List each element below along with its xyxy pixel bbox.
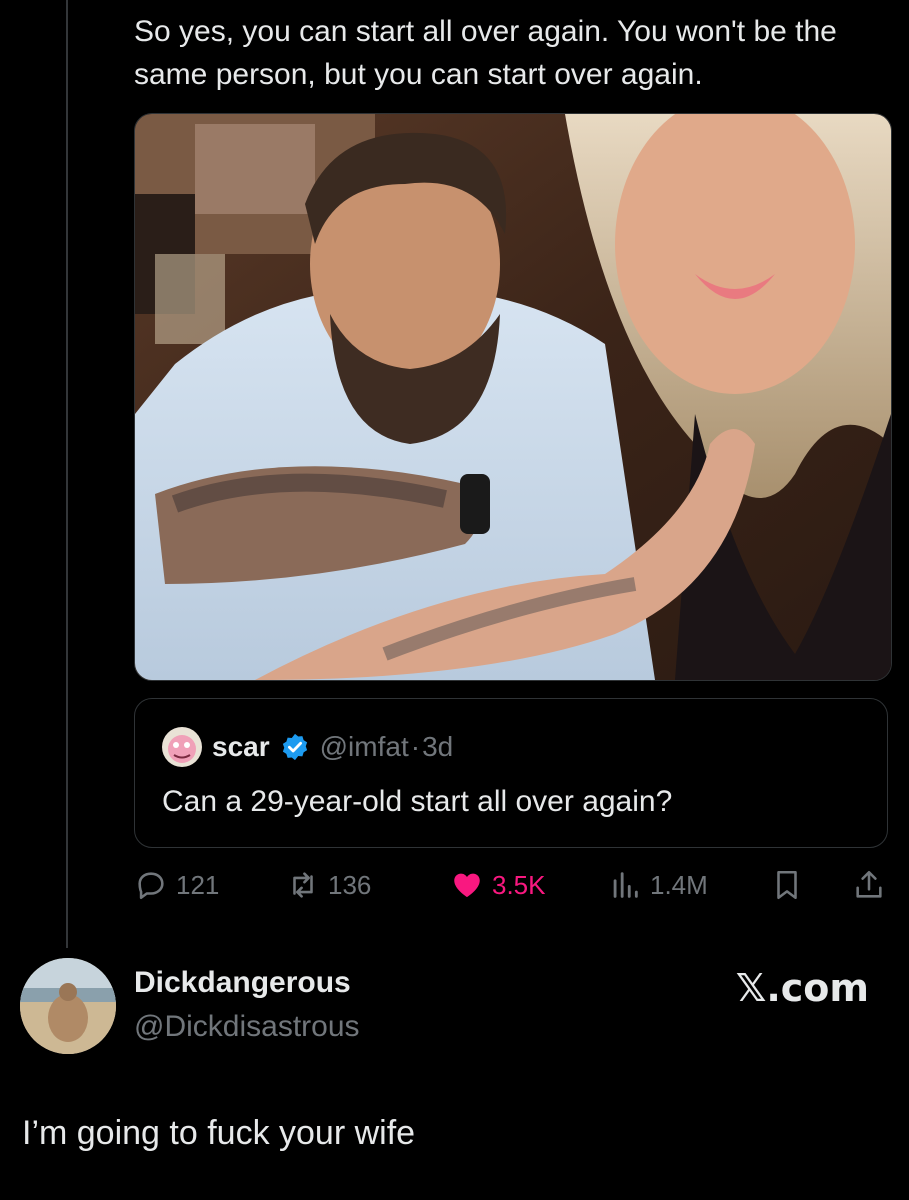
quoted-tweet-text: Can a 29-year-old start all over again? — [162, 785, 673, 818]
bookmark-button[interactable] — [770, 864, 804, 906]
reply-user-handle[interactable]: @Dickdisastrous — [134, 1010, 360, 1044]
quoted-tweet[interactable]: scar @imfat · 3d Can a 29-year-old start… — [134, 698, 888, 848]
quoted-user-handle[interactable]: @imfat — [320, 731, 409, 763]
heart-icon — [454, 873, 480, 898]
quoted-tweet-time[interactable]: 3d — [422, 731, 453, 763]
verified-badge-icon — [282, 733, 307, 761]
reply-user-name[interactable]: Dickdangerous — [134, 966, 351, 1000]
bookmark-icon — [777, 870, 797, 900]
reply-user-avatar[interactable] — [20, 958, 116, 1054]
quoted-user-avatar[interactable] — [162, 727, 202, 767]
like-count: 3.5K — [492, 869, 546, 900]
repost-count: 136 — [328, 869, 372, 900]
like-button[interactable]: 3.5K — [450, 864, 546, 906]
reply-icon — [138, 872, 164, 900]
photo-illustration — [135, 114, 891, 680]
share-icon — [856, 870, 882, 898]
views-button[interactable]: 1.4M — [608, 864, 708, 906]
tweet-text: So yes, you can start all over again. Yo… — [134, 15, 837, 91]
x-brand-watermark: 𝕏.com — [735, 966, 869, 1010]
tweet-actions-bar: 121 136 3.5K 1.4M — [134, 864, 890, 906]
reply-count: 121 — [176, 869, 220, 900]
share-button[interactable] — [852, 864, 886, 906]
repost-button[interactable]: 136 — [286, 864, 371, 906]
thread-connector-line — [66, 0, 68, 948]
views-count: 1.4M — [650, 869, 708, 900]
quoted-tweet-header: scar @imfat · 3d — [162, 727, 453, 767]
reply-text: I’m going to fuck your wife — [22, 1114, 416, 1152]
reply-button[interactable]: 121 — [134, 864, 219, 906]
repost-icon — [293, 872, 313, 898]
views-chart-icon — [613, 872, 638, 898]
quoted-user-name[interactable]: scar — [212, 731, 270, 763]
tweet-photo[interactable] — [134, 113, 892, 681]
separator-dot: · — [410, 731, 421, 762]
